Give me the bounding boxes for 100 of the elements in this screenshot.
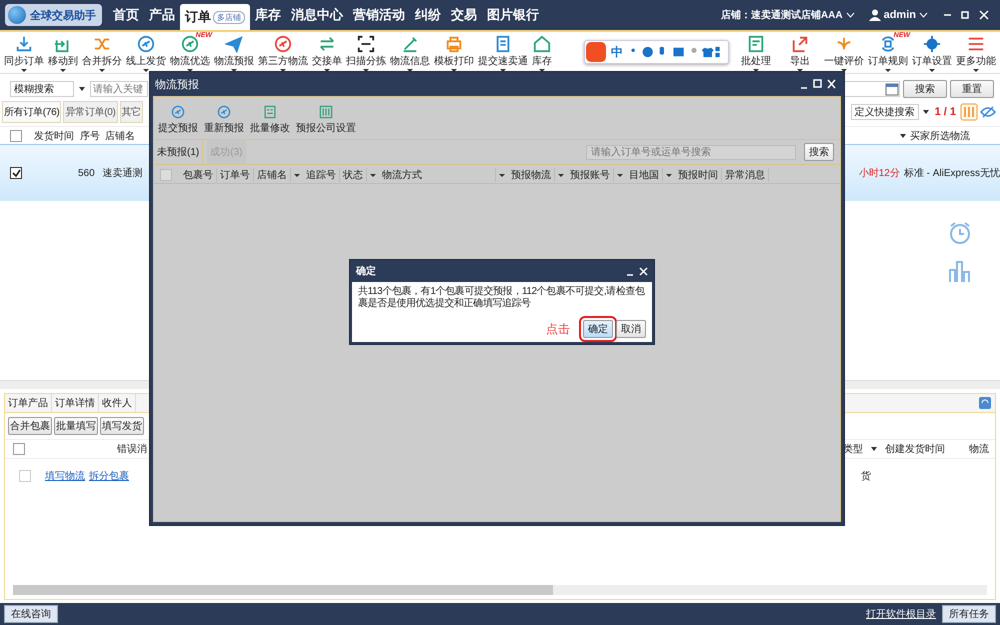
order-search-field[interactable]: 请输入订单号或运单号搜索	[586, 144, 796, 160]
filter-caret-icon[interactable]	[294, 174, 300, 176]
toolbar-button[interactable]: 提交预报	[158, 105, 198, 135]
all-tasks-button[interactable]: 所有任务	[942, 605, 996, 623]
column-header[interactable]: 错误消	[115, 442, 149, 456]
order-tab[interactable]: 异常订单(0)	[63, 101, 118, 123]
eye-slash-icon[interactable]	[980, 106, 996, 118]
menu-icon	[967, 35, 985, 53]
column-header[interactable]: 创建发货时间	[883, 442, 947, 456]
action-button[interactable]: 合并包裹	[8, 417, 52, 435]
quick-search-select[interactable]: 定义快捷搜索	[850, 104, 919, 120]
scrollbar-thumb[interactable]	[13, 585, 553, 595]
ime-logo-icon	[586, 42, 606, 62]
nav-tab[interactable]: 首页	[108, 2, 144, 28]
user-menu[interactable]: admin	[884, 9, 916, 21]
reset-button[interactable]: 重置	[950, 80, 994, 98]
table-cell-text: 小时12分	[858, 166, 900, 180]
column-header[interactable]: 店铺名	[254, 168, 291, 182]
nav-tab[interactable]: 消息中心	[286, 2, 348, 28]
action-button[interactable]: 填写发货	[100, 417, 144, 435]
column-header[interactable]: 目地国	[626, 168, 663, 182]
refresh-icon	[879, 35, 897, 53]
dialog-message: 共113个包裹，有1个包裹可提交预报，112个包裹不可提交,请检查包裹是否是使用优选提交和正确填写追踪号	[358, 286, 646, 310]
nav-tab[interactable]: 订单 多店铺	[180, 4, 250, 32]
search-button[interactable]: 搜索	[903, 80, 947, 98]
toolbar-button[interactable]: 订单设置	[910, 32, 954, 72]
row-link[interactable]: 拆分包裹	[89, 469, 129, 483]
scan-icon	[357, 35, 375, 53]
column-header[interactable]: 包裹号	[180, 168, 217, 182]
dropdown-caret-icon[interactable]	[900, 134, 906, 138]
ime-toolbar[interactable]: 中	[584, 40, 729, 64]
nav-tab[interactable]: 交易	[446, 2, 482, 28]
checkbox[interactable]	[160, 169, 172, 181]
column-header[interactable]: 店铺名	[103, 128, 137, 142]
column-header[interactable]: 状态	[340, 168, 367, 182]
toolbar-button[interactable]: 更多功能	[954, 32, 998, 72]
store-selector[interactable]: 店铺：速卖通测试店铺AAA	[720, 8, 843, 22]
ime-mode[interactable]: 中	[611, 44, 623, 60]
dropdown-caret-icon[interactable]	[871, 447, 877, 451]
column-header[interactable]: 物流方式	[379, 168, 496, 182]
nav-tab[interactable]: 纠纷	[410, 2, 446, 28]
paper-plane-icon	[225, 35, 243, 53]
refresh-icon[interactable]	[979, 397, 991, 409]
dropdown-caret-icon[interactable]	[79, 87, 85, 91]
column-header[interactable]: 序号	[78, 128, 103, 142]
toolbar-button[interactable]: 移动到	[46, 32, 80, 72]
filter-caret-icon[interactable]	[666, 174, 672, 176]
nav-tab[interactable]: 库存	[250, 2, 286, 28]
toolbar-button[interactable]: 批量修改	[250, 105, 290, 135]
badge: 多店铺	[213, 10, 245, 24]
column-header[interactable]: 预报时间	[675, 168, 722, 182]
column-header[interactable]: 订单号	[217, 168, 254, 182]
filter-caret-icon[interactable]	[617, 174, 623, 176]
detail-tab[interactable]: 订单详情	[52, 394, 99, 412]
action-button[interactable]: 批量填写	[54, 417, 98, 435]
toolbar-button[interactable]: 重新预报	[204, 105, 244, 135]
printer-icon	[445, 35, 463, 53]
column-header[interactable]: 异常消息	[722, 168, 769, 182]
window-controls-icon[interactable]	[800, 79, 836, 89]
toolbar-button[interactable]: 同步订单	[2, 32, 46, 72]
filter-caret-icon[interactable]	[499, 174, 505, 176]
chevron-down-icon[interactable]	[919, 12, 928, 18]
detail-tab[interactable]: 订单产品	[5, 394, 52, 412]
column-header[interactable]: 追踪号	[303, 168, 340, 182]
detail-tab[interactable]: 收件人	[99, 394, 136, 412]
nav-tab[interactable]: 营销活动	[348, 2, 410, 28]
online-consult-button[interactable]: 在线咨询	[4, 605, 58, 623]
column-header[interactable]: 物流	[967, 442, 991, 456]
keyword-field[interactable]: 请输入关键	[90, 81, 148, 97]
filter-caret-icon[interactable]	[558, 174, 564, 176]
column-header[interactable]: 发货时间	[32, 128, 78, 142]
forecast-tab[interactable]: 未预报(1)	[154, 140, 204, 164]
nav-tab[interactable]: 产品	[144, 2, 180, 28]
open-folder-link[interactable]: 打开软件根目录	[866, 607, 936, 621]
column-header[interactable]: 预报物流	[508, 168, 555, 182]
order-tab[interactable]: 所有订单(76)	[2, 101, 62, 123]
export-icon	[791, 35, 809, 53]
row-link[interactable]: 填写物流	[45, 469, 85, 483]
toolbar-button[interactable]: 合并拆分	[80, 32, 124, 72]
dialog-controls-icon[interactable]	[626, 266, 648, 276]
search-button[interactable]: 搜索	[804, 143, 834, 161]
table-cell-text: 速卖通测	[102, 166, 143, 180]
toolbar-button[interactable]: 预报公司设置	[296, 105, 356, 135]
logo-button[interactable]: 全球交易助手	[5, 4, 102, 26]
filter-caret-icon[interactable]	[370, 174, 376, 176]
checkbox[interactable]	[10, 167, 22, 179]
column-header[interactable]: 预报账号	[567, 168, 614, 182]
chevron-down-icon[interactable]	[846, 12, 855, 18]
sliders-icon[interactable]	[960, 103, 978, 121]
checkbox[interactable]	[13, 443, 25, 455]
swap-arrows-icon	[318, 35, 336, 53]
calendar-icon[interactable]	[885, 82, 899, 96]
column-header[interactable]: 买家所选物流	[908, 128, 972, 142]
nav-tab[interactable]: 图片银行	[482, 2, 544, 28]
table-cell-text: 标准 - AliExpress无忧	[904, 166, 1000, 180]
search-mode-select[interactable]: 模糊搜索	[10, 81, 74, 97]
order-tab[interactable]: 其它	[120, 101, 143, 123]
dropdown-caret-icon[interactable]	[922, 110, 929, 114]
cancel-button[interactable]: 取消	[616, 320, 646, 338]
checkbox[interactable]	[10, 130, 22, 142]
